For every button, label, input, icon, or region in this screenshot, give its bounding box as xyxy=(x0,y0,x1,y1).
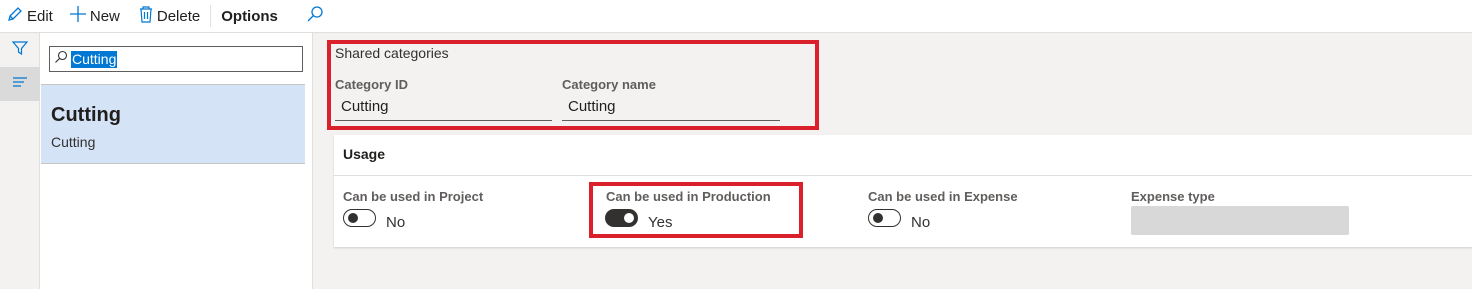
navigation-rail xyxy=(0,33,40,289)
list-pane: Cutting Cutting Cutting xyxy=(40,33,313,289)
highlight-box-production xyxy=(589,182,803,238)
search-icon xyxy=(54,50,68,69)
category-name-field[interactable]: Cutting xyxy=(562,96,780,121)
divider xyxy=(334,175,1472,176)
list-item-title: Cutting xyxy=(51,104,121,126)
project-value: No xyxy=(386,214,406,231)
filter-button[interactable] xyxy=(0,33,40,67)
search-icon xyxy=(306,5,324,28)
expense-label: Can be used in Expense xyxy=(868,189,1018,204)
new-button[interactable]: New xyxy=(59,0,126,33)
expense-type-field xyxy=(1131,206,1349,235)
list-item-subtitle: Cutting xyxy=(51,134,96,150)
toggle-knob xyxy=(873,213,883,223)
filter-icon xyxy=(11,40,29,61)
category-id-label: Category ID xyxy=(335,77,408,92)
project-label: Can be used in Project xyxy=(343,189,484,204)
category-name-label: Category name xyxy=(562,77,656,92)
pencil-icon xyxy=(6,5,24,27)
category-id-field[interactable]: Cutting xyxy=(335,96,552,121)
edit-button[interactable]: Edit xyxy=(0,0,59,33)
usage-title[interactable]: Usage xyxy=(343,146,385,162)
expense-value: No xyxy=(911,214,931,231)
expense-toggle[interactable] xyxy=(868,209,901,227)
list-icon xyxy=(12,75,28,93)
plus-icon xyxy=(69,5,87,27)
expense-type-label: Expense type xyxy=(1131,189,1215,204)
filter-search-input[interactable]: Cutting xyxy=(49,46,303,72)
usage-fasttab: Usage Can be used in Project No Can be u… xyxy=(334,135,1472,247)
list-view-button[interactable] xyxy=(0,67,40,101)
list-item[interactable]: Cutting Cutting xyxy=(41,84,305,164)
delete-button[interactable]: Delete xyxy=(126,0,206,33)
new-label: New xyxy=(89,7,120,25)
search-input-value: Cutting xyxy=(71,50,118,68)
action-pane: Edit New Delete Options xyxy=(0,0,1472,33)
trash-icon xyxy=(138,5,154,27)
action-search-button[interactable] xyxy=(294,0,336,33)
options-button[interactable]: Options xyxy=(210,5,288,27)
toggle-knob xyxy=(348,213,358,223)
edit-label: Edit xyxy=(27,7,53,25)
delete-label: Delete xyxy=(156,7,201,25)
options-label: Options xyxy=(221,7,278,25)
project-toggle[interactable] xyxy=(343,209,376,227)
group-title: Shared categories xyxy=(335,45,449,61)
